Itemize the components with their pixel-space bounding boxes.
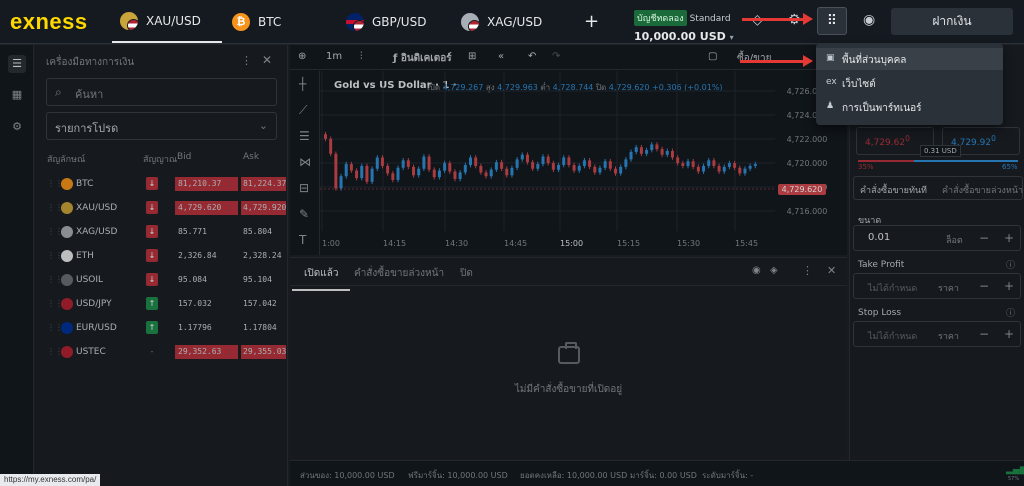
add-tab-button[interactable]: + — [584, 11, 599, 32]
annotation-arrow — [740, 55, 813, 67]
chevron-down-icon: ▾ — [729, 33, 734, 42]
tab-btc[interactable]: ₿ BTC — [232, 0, 281, 43]
demo-badge: บัญชีทดลอง — [634, 10, 687, 26]
btc-coin-icon: ₿ — [232, 12, 250, 31]
menu-item-label: เว็บไซต์ — [842, 79, 876, 90]
tab-label: GBP/USD — [372, 14, 427, 29]
xau-flag-icon — [120, 11, 138, 30]
top-bar: exness XAU/USD ₿ BTC GBP/USD XAG/USD + บ… — [0, 0, 1024, 44]
tab-xau-usd[interactable]: XAU/USD — [112, 0, 222, 43]
account-switcher[interactable]: บัญชีทดลอง Standard 10,000.00 USD ▾ — [634, 6, 734, 43]
profile-icon[interactable]: ◉ — [863, 12, 875, 28]
tab-label: BTC — [258, 14, 282, 29]
menu-item-website[interactable]: ex เว็บไซต์ — [816, 72, 1003, 94]
account-plan: Standard — [689, 14, 731, 24]
tab-label: XAU/USD — [146, 13, 201, 28]
tab-xag-usd[interactable]: XAG/USD — [461, 0, 542, 43]
tab-label: XAG/USD — [487, 14, 543, 29]
gbp-flag-icon — [346, 12, 364, 31]
menu-item-label: การเป็นพาร์ทเนอร์ — [842, 103, 922, 114]
menu-item-label: พื้นที่ส่วนบุคคล — [842, 55, 907, 66]
exness-logo[interactable]: exness — [10, 9, 88, 35]
menu-item-partner[interactable]: ♟ การเป็นพาร์ทเนอร์ — [816, 96, 1003, 118]
apps-menu: ▣ พื้นที่ส่วนบุคคล ex เว็บไซต์ ♟ การเป็น… — [816, 43, 1003, 125]
url-status-bar: https://my.exness.com/pa/ — [0, 474, 101, 486]
tab-gbp-usd[interactable]: GBP/USD — [346, 0, 426, 43]
menu-item-personal-area[interactable]: ▣ พื้นที่ส่วนบุคคล — [816, 48, 1003, 70]
apps-grid-button[interactable]: ⠿ — [817, 7, 847, 35]
user-area-icon: ▣ — [826, 53, 835, 63]
xag-flag-icon — [461, 12, 479, 31]
annotation-arrow — [742, 13, 813, 25]
grid-icon: ⠿ — [826, 13, 838, 29]
website-icon: ex — [826, 77, 837, 87]
deposit-button[interactable]: ฝากเงิน — [891, 8, 1013, 35]
account-balance: 10,000.00 USD — [634, 30, 726, 43]
partner-icon: ♟ — [826, 101, 835, 111]
